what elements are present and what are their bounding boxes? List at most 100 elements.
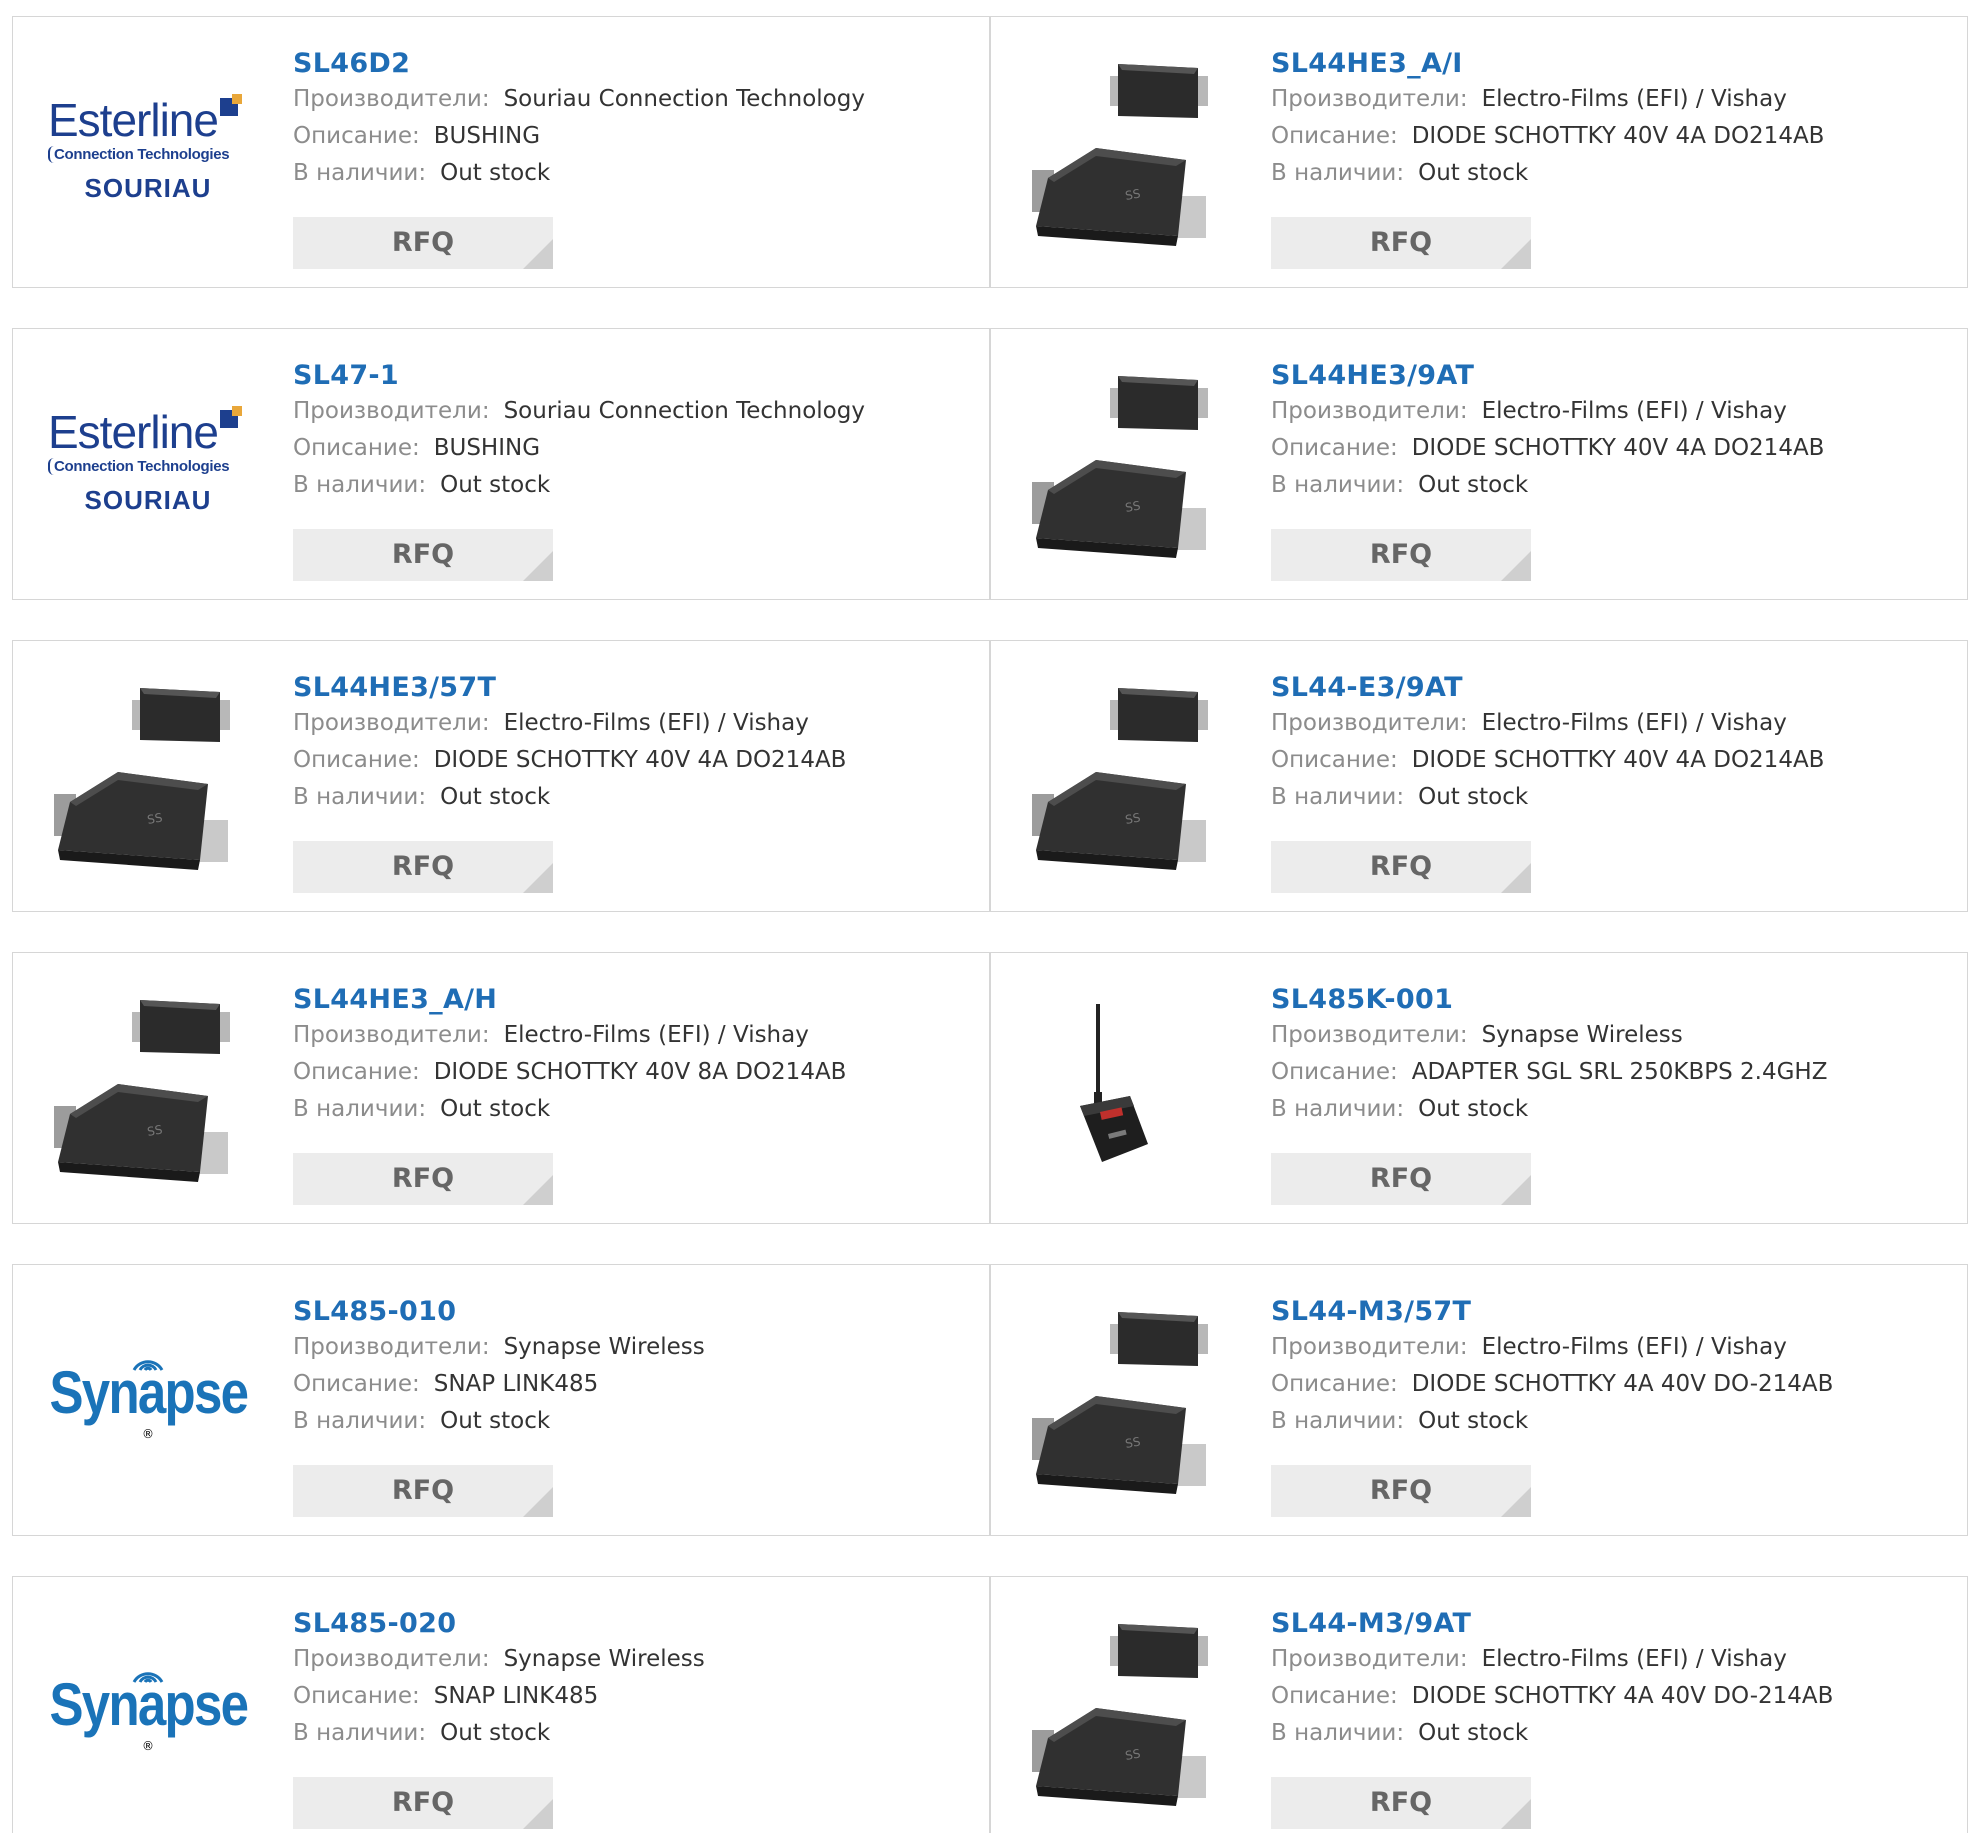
product-title-link[interactable]: SL485K-001 xyxy=(1271,983,1957,1017)
rfq-button[interactable]: RFQ xyxy=(1271,1777,1531,1829)
corner-triangle-icon xyxy=(1501,1487,1531,1517)
rfq-button[interactable]: RFQ xyxy=(293,217,553,269)
product-title-link[interactable]: SL44HE3/9AT xyxy=(1271,359,1957,393)
rfq-label: RFQ xyxy=(1369,539,1433,570)
rfq-button[interactable]: RFQ xyxy=(1271,1153,1531,1205)
rfq-button[interactable]: RFQ xyxy=(1271,529,1531,581)
product-image[interactable]: SS xyxy=(43,669,253,879)
manufacturer-row: Производители: Synapse Wireless xyxy=(1271,1017,1957,1054)
description-value: DIODE SCHOTTKY 40V 8A DO214AB xyxy=(433,1059,847,1085)
corner-triangle-icon xyxy=(523,1799,553,1829)
product-grid: Esterline Connection Technologies SOURIA… xyxy=(12,0,1968,1833)
rfq-button[interactable]: RFQ xyxy=(293,841,553,893)
manufacturer-value: Souriau Connection Technology xyxy=(503,398,865,424)
manufacturer-row: Производители: Synapse Wireless xyxy=(293,1641,979,1678)
description-row: Описание: BUSHING xyxy=(293,118,979,155)
product-card: SS SL44HE3/9AT Производители: Electro-Film… xyxy=(990,328,1968,600)
product-card: SS SL44-M3/9AT Производители: Electro-Film… xyxy=(990,1576,1968,1833)
product-title-link[interactable]: SL44-E3/9AT xyxy=(1271,671,1957,705)
esterline-star-icon xyxy=(219,406,242,428)
description-value: DIODE SCHOTTKY 40V 4A DO214AB xyxy=(1411,435,1825,461)
rfq-button[interactable]: RFQ xyxy=(293,1153,553,1205)
product-image[interactable]: Synapse® xyxy=(43,1605,253,1815)
corner-triangle-icon xyxy=(1501,1175,1531,1205)
description-row: Описание: DIODE SCHOTTKY 4A 40V DO-214AB xyxy=(1271,1366,1957,1403)
manufacturer-value: Synapse Wireless xyxy=(503,1334,705,1360)
rfq-button[interactable]: RFQ xyxy=(1271,1465,1531,1517)
product-title-link[interactable]: SL44HE3/57T xyxy=(293,671,979,705)
adapter-image xyxy=(1080,1004,1148,1162)
product-image[interactable]: Esterline Connection Technologies SOURIA… xyxy=(43,45,253,255)
product-title-link[interactable]: SL485-020 xyxy=(293,1607,979,1641)
product-image[interactable]: SS xyxy=(1021,1293,1231,1503)
description-label: Описание: xyxy=(1271,747,1398,773)
manufacturer-value: Electro-Films (EFI) / Vishay xyxy=(503,1022,809,1048)
stock-row: В наличии: Out stock xyxy=(1271,779,1957,816)
product-image[interactable] xyxy=(1021,981,1231,1191)
product-card: Synapse® SL485-020 Производители: Synapse … xyxy=(12,1576,990,1833)
corner-triangle-icon xyxy=(1501,239,1531,269)
rfq-button[interactable]: RFQ xyxy=(293,1465,553,1517)
stock-label: В наличии: xyxy=(293,1408,427,1434)
manufacturer-row: Производители: Electro-Films (EFI) / Vish… xyxy=(1271,1641,1957,1678)
product-image[interactable]: SS xyxy=(1021,45,1231,255)
manufacturer-value: Electro-Films (EFI) / Vishay xyxy=(1481,1646,1787,1672)
svg-text:SS: SS xyxy=(1124,187,1141,203)
product-title-link[interactable]: SL44HE3_A/H xyxy=(293,983,979,1017)
diode-image: SS xyxy=(1032,1624,1208,1806)
rfq-button[interactable]: RFQ xyxy=(1271,217,1531,269)
manufacturer-label: Производители: xyxy=(293,1646,490,1672)
rfq-label: RFQ xyxy=(1369,851,1433,882)
product-card: SS SL44HE3_A/I Производители: Electro-Film… xyxy=(990,16,1968,288)
product-title-link[interactable]: SL44-M3/9AT xyxy=(1271,1607,1957,1641)
rfq-label: RFQ xyxy=(391,1163,455,1194)
product-title-link[interactable]: SL47-1 xyxy=(293,359,979,393)
svg-text:SS: SS xyxy=(1124,1747,1141,1763)
product-image[interactable]: SS xyxy=(1021,1605,1231,1815)
diode-image: SS xyxy=(1032,376,1208,558)
description-label: Описание: xyxy=(293,123,420,149)
corner-triangle-icon xyxy=(1501,863,1531,893)
corner-triangle-icon xyxy=(523,239,553,269)
product-image[interactable]: SS xyxy=(43,981,253,1191)
product-title-link[interactable]: SL44-M3/57T xyxy=(1271,1295,1957,1329)
stock-label: В наличии: xyxy=(1271,784,1405,810)
manufacturer-label: Производители: xyxy=(1271,710,1468,736)
stock-value: Out stock xyxy=(1418,784,1529,810)
rfq-label: RFQ xyxy=(1369,1163,1433,1194)
product-card: Synapse® SL485-010 Производители: Synapse … xyxy=(12,1264,990,1536)
description-value: SNAP LINK485 xyxy=(433,1683,599,1709)
stock-value: Out stock xyxy=(1418,472,1529,498)
product-image[interactable]: SS xyxy=(1021,669,1231,879)
description-row: Описание: SNAP LINK485 xyxy=(293,1678,979,1715)
stock-value: Out stock xyxy=(1418,1408,1529,1434)
description-label: Описание: xyxy=(1271,123,1398,149)
manufacturer-value: Electro-Films (EFI) / Vishay xyxy=(1481,710,1787,736)
description-row: Описание: SNAP LINK485 xyxy=(293,1366,979,1403)
rfq-label: RFQ xyxy=(391,227,455,258)
product-image[interactable]: Synapse® xyxy=(43,1293,253,1503)
stock-row: В наличии: Out stock xyxy=(293,1091,979,1128)
svg-text:SS: SS xyxy=(1124,1435,1141,1451)
product-card: SS SL44-M3/57T Производители: Electro-Film… xyxy=(990,1264,1968,1536)
product-card: SS SL44-E3/9AT Производители: Electro-Film… xyxy=(990,640,1968,912)
product-card: SL485K-001 Производители: Synapse Wireless… xyxy=(990,952,1968,1224)
product-image[interactable]: SS xyxy=(1021,357,1231,567)
description-row: Описание: DIODE SCHOTTKY 40V 4A DO214AB xyxy=(1271,118,1957,155)
rfq-label: RFQ xyxy=(1369,227,1433,258)
stock-value: Out stock xyxy=(1418,1096,1529,1122)
product-title-link[interactable]: SL485-010 xyxy=(293,1295,979,1329)
description-row: Описание: BUSHING xyxy=(293,430,979,467)
description-row: Описание: DIODE SCHOTTKY 40V 4A DO214AB xyxy=(293,742,979,779)
product-title-link[interactable]: SL46D2 xyxy=(293,47,979,81)
rfq-label: RFQ xyxy=(391,1787,455,1818)
product-card: Esterline Connection Technologies SOURIA… xyxy=(12,16,990,288)
rfq-button[interactable]: RFQ xyxy=(293,529,553,581)
rfq-button[interactable]: RFQ xyxy=(293,1777,553,1829)
synapse-logo: Synapse® xyxy=(49,1359,249,1441)
manufacturer-label: Производители: xyxy=(1271,1022,1468,1048)
stock-value: Out stock xyxy=(1418,160,1529,186)
product-image[interactable]: Esterline Connection Technologies SOURIA… xyxy=(43,357,253,567)
product-title-link[interactable]: SL44HE3_A/I xyxy=(1271,47,1957,81)
rfq-button[interactable]: RFQ xyxy=(1271,841,1531,893)
